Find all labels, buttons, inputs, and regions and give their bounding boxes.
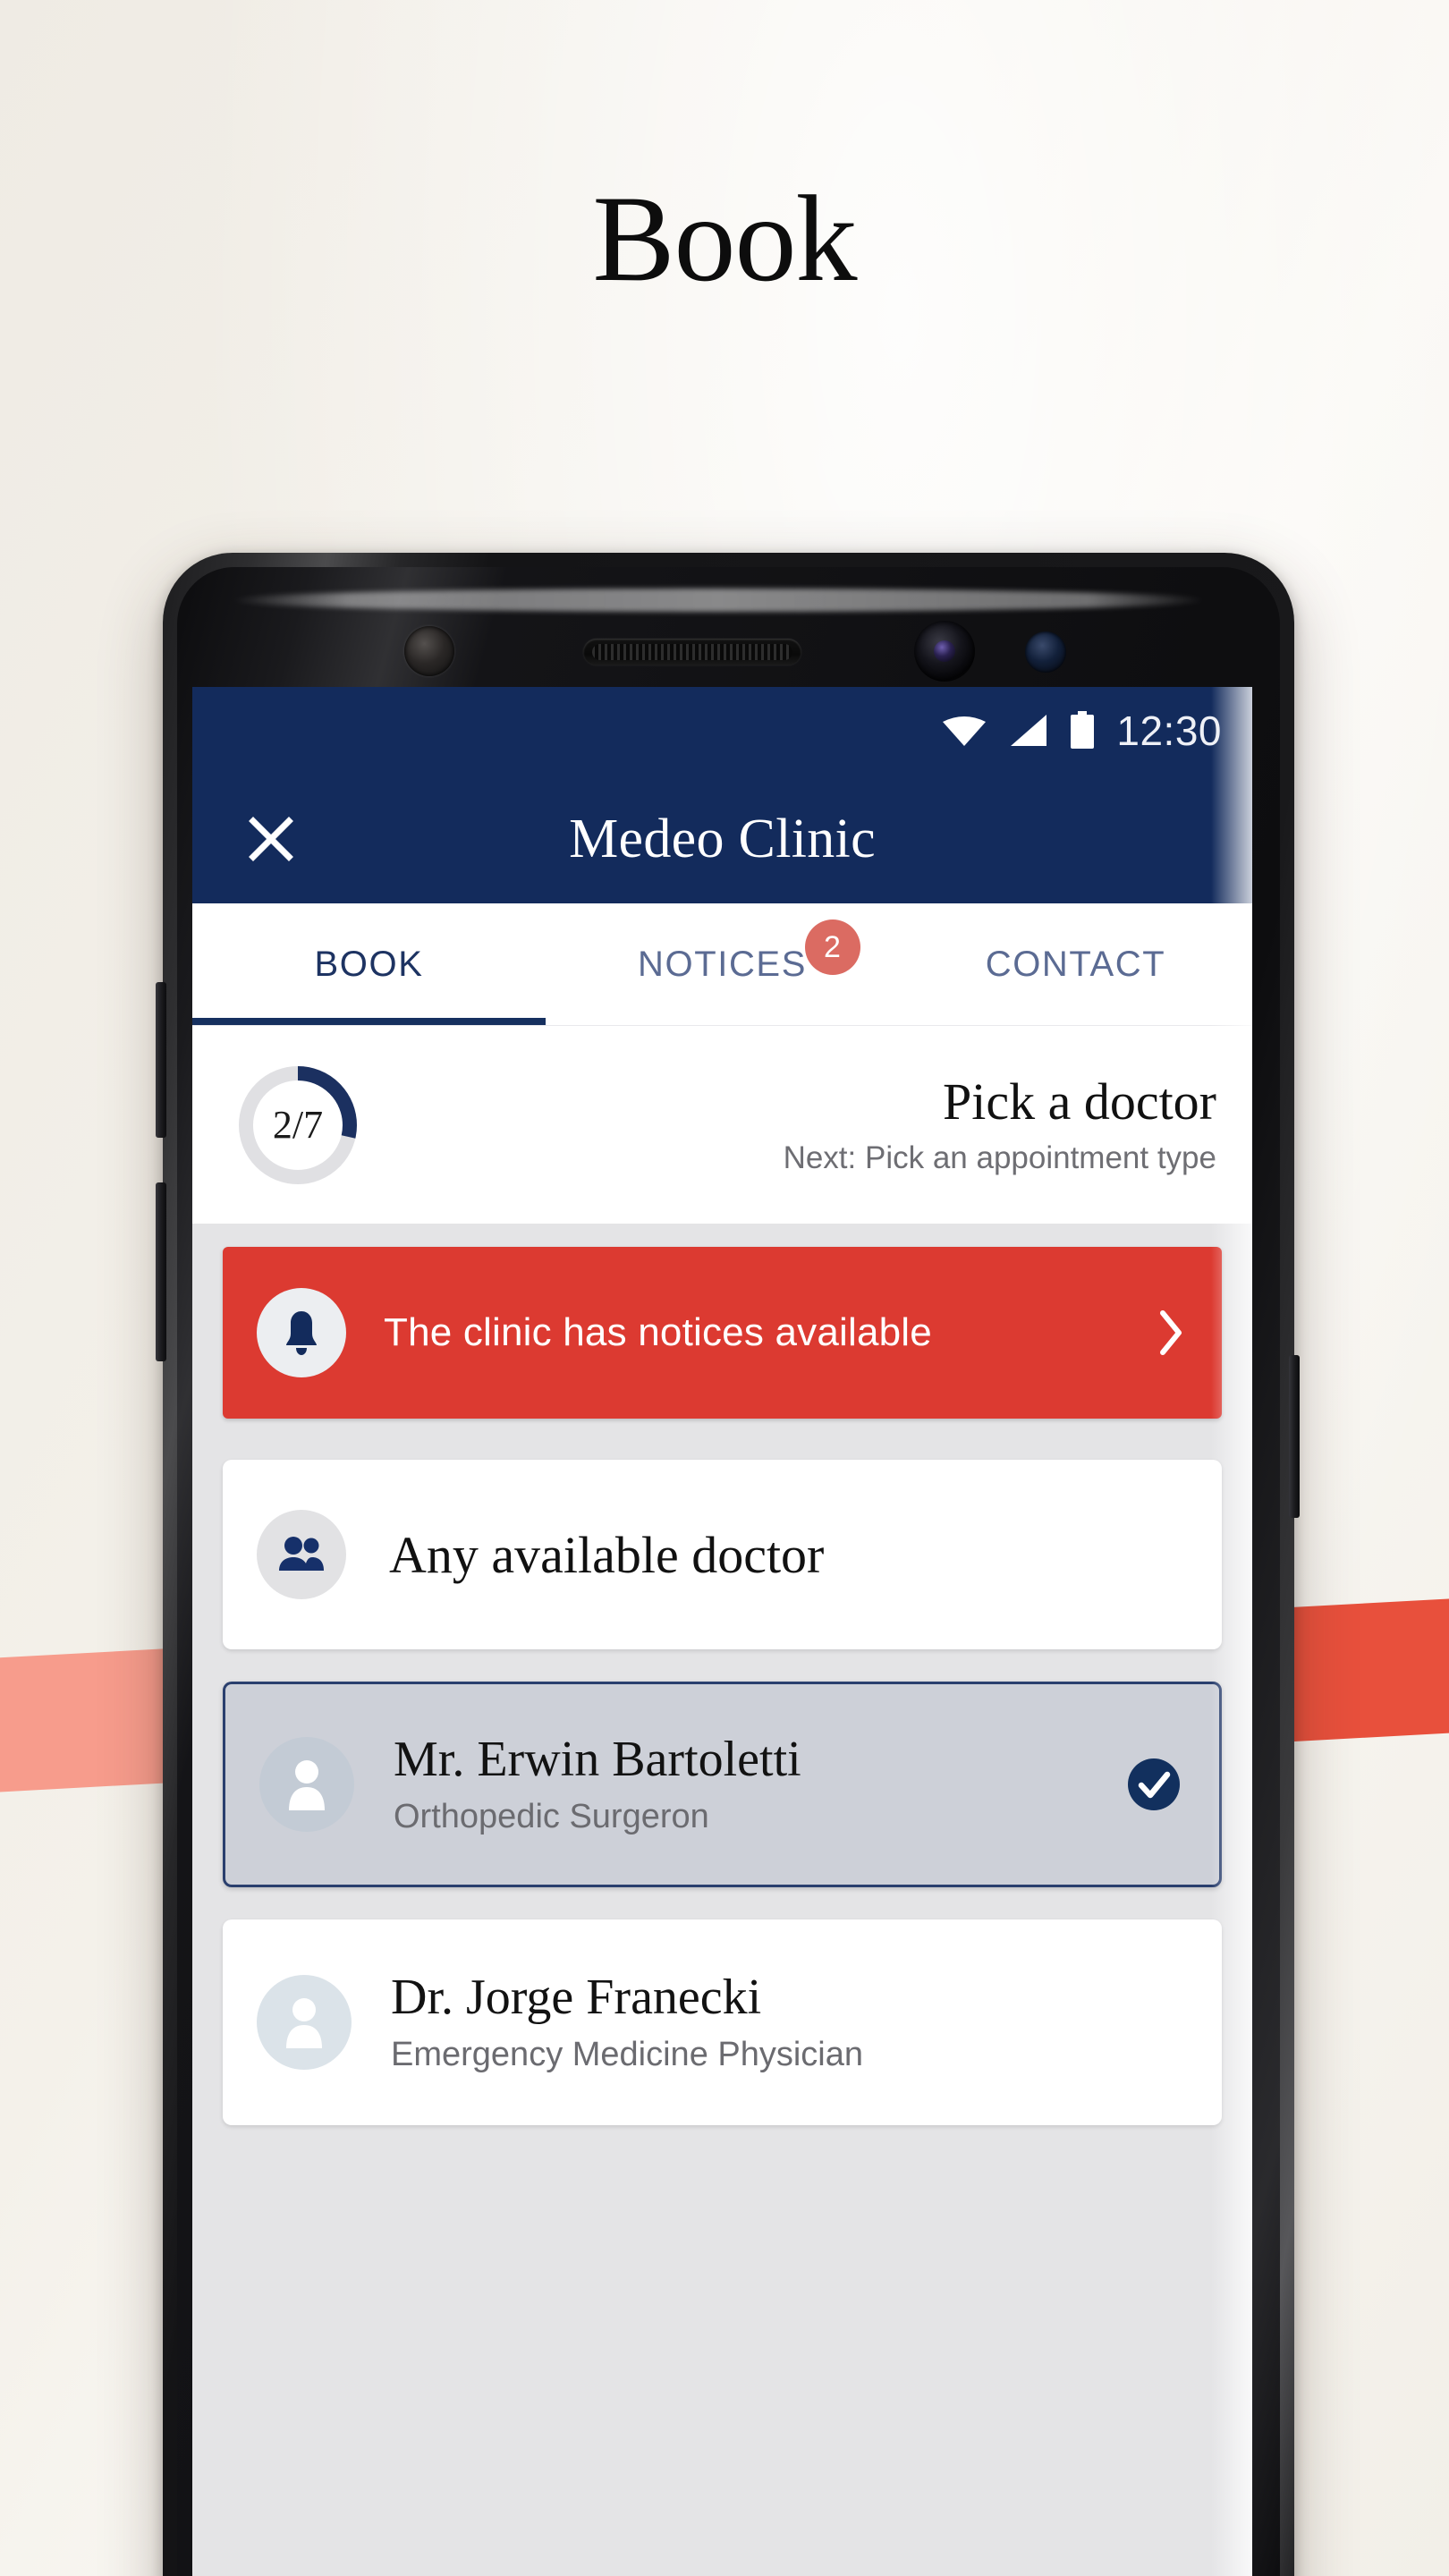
wifi-icon (943, 716, 987, 746)
page-title: Book (592, 170, 857, 307)
chevron-right-icon (1160, 1310, 1182, 1355)
tab-contact-label: CONTACT (985, 944, 1166, 984)
close-icon (249, 817, 293, 861)
doctor-specialty: Orthopedic Surgeron (394, 1797, 709, 1835)
any-available-doctor-label: Any available doctor (389, 1525, 825, 1584)
volume-down-button[interactable] (156, 1182, 166, 1361)
volume-up-button[interactable] (156, 982, 166, 1138)
check-circle-icon (1128, 1758, 1180, 1810)
doctor-info: Dr. Jorge Franecki Emergency Medicine Ph… (391, 1970, 1186, 2073)
progress-ring: 2/7 (235, 1063, 360, 1188)
progress-next-step: Next: Pick an appointment type (783, 1140, 1216, 1176)
progress-step-label: 2/7 (272, 1103, 324, 1147)
battery-icon (1071, 711, 1095, 749)
booking-progress-card: 2/7 Pick a doctor Next: Pick an appointm… (192, 1025, 1252, 1224)
earpiece-speaker (583, 639, 801, 665)
cellular-signal-icon (1011, 715, 1047, 746)
person-avatar-icon (286, 1998, 322, 2048)
iris-scanner-icon (1025, 631, 1066, 673)
progress-text-block: Pick a doctor Next: Pick an appointment … (360, 1072, 1216, 1177)
phone-screen: 12:30 Medeo Clinic BOOK NOTICES CONTACT … (192, 687, 1252, 2576)
earpiece-mesh (592, 644, 792, 660)
proximity-sensor-icon (404, 626, 454, 676)
booking-list: The clinic has notices available Any ava… (192, 1224, 1252, 2576)
doctor-specialty: Emergency Medicine Physician (391, 2035, 864, 2073)
tab-book-label: BOOK (314, 944, 424, 984)
doctor-info: Mr. Erwin Bartoletti Orthopedic Surgeron (394, 1733, 1183, 1835)
notices-badge: 2 (804, 919, 860, 975)
people-icon (279, 1537, 324, 1571)
tab-contact[interactable]: CONTACT (899, 903, 1252, 1025)
tab-bar: BOOK NOTICES CONTACT 2 (192, 903, 1252, 1025)
notice-icon-circle (257, 1288, 346, 1377)
app-bar: Medeo Clinic (192, 775, 1252, 903)
front-camera-lens (934, 640, 955, 662)
close-button[interactable] (239, 807, 303, 871)
tab-active-underline (192, 1018, 546, 1025)
status-bar: 12:30 (192, 687, 1252, 775)
tab-notices-label: NOTICES (638, 944, 807, 984)
any-doctor-icon-circle (257, 1510, 346, 1599)
any-available-doctor-card[interactable]: Any available doctor (223, 1460, 1222, 1649)
doctor-card-jorge-franecki[interactable]: Dr. Jorge Franecki Emergency Medicine Ph… (223, 1919, 1222, 2125)
doctor-name: Mr. Erwin Bartoletti (394, 1732, 801, 1788)
bell-icon (286, 1311, 317, 1355)
doctor-card-erwin-bartoletti[interactable]: Mr. Erwin Bartoletti Orthopedic Surgeron (223, 1682, 1222, 1887)
doctor-name: Dr. Jorge Franecki (391, 1970, 762, 2026)
avatar (257, 1975, 352, 2070)
tab-book[interactable]: BOOK (192, 903, 546, 1025)
power-button[interactable] (1289, 1355, 1300, 1518)
notice-banner[interactable]: The clinic has notices available (223, 1247, 1222, 1419)
notice-banner-text: The clinic has notices available (384, 1310, 932, 1354)
status-bar-clock: 12:30 (1116, 708, 1222, 754)
avatar (259, 1737, 354, 1832)
bezel-highlight (231, 589, 1206, 612)
app-bar-title: Medeo Clinic (569, 808, 876, 869)
progress-title: Pick a doctor (942, 1072, 1216, 1131)
person-avatar-icon (289, 1760, 325, 1810)
